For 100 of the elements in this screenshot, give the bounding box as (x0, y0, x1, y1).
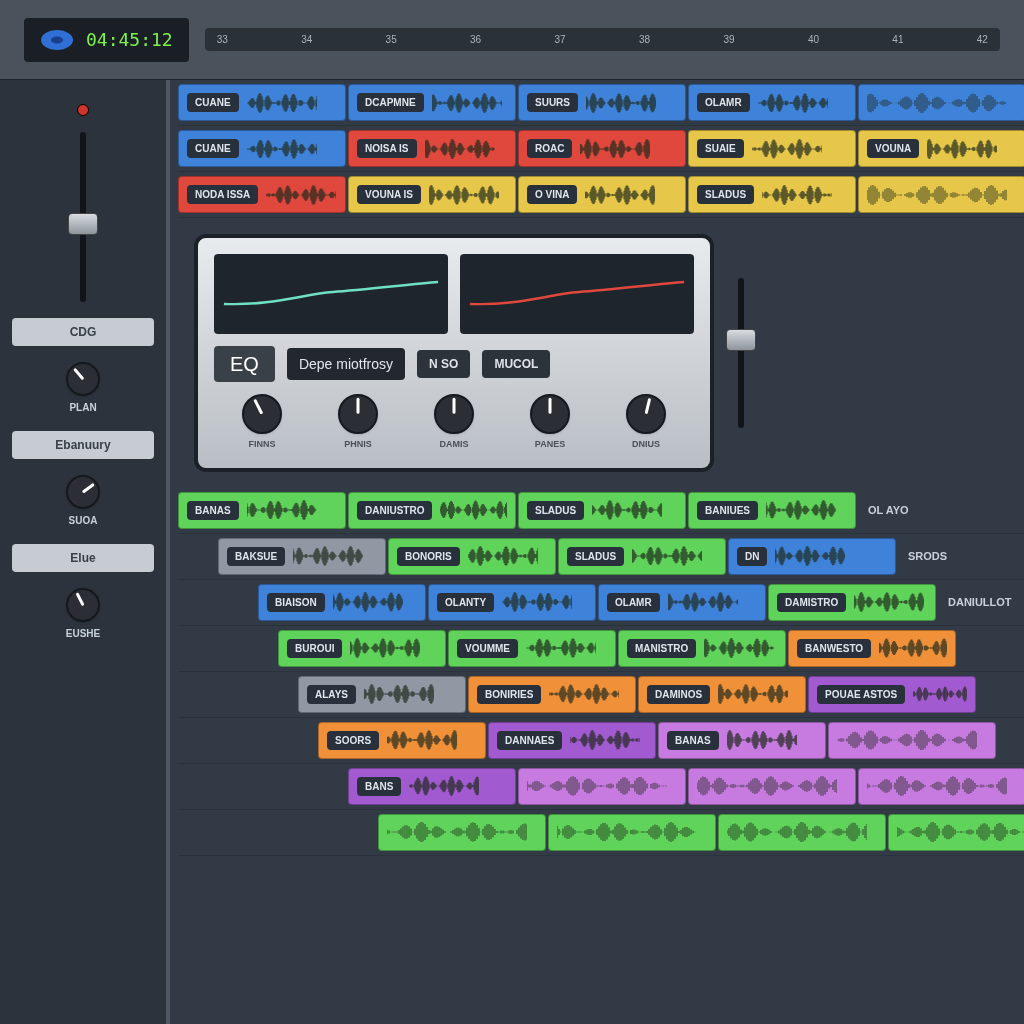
audio-clip[interactable]: MANISTRO (618, 629, 786, 667)
waveform (431, 91, 502, 114)
audio-clip[interactable]: NOISA IS (348, 130, 516, 167)
clip-label: VOUMME (457, 638, 518, 658)
audio-clip[interactable] (518, 767, 686, 805)
audio-clip[interactable]: SUAIE (688, 130, 856, 167)
track-note: SRODS (908, 548, 948, 564)
audio-clip[interactable] (858, 767, 1024, 805)
knob[interactable] (530, 394, 570, 434)
track-note: DANIULLOT (948, 594, 1012, 610)
clip-label: NODA ISSA (187, 185, 259, 204)
clip-label: CUANE (187, 139, 239, 158)
plugin-button[interactable]: MUCOL (482, 350, 551, 378)
clip-label: DCAPMNE (357, 93, 424, 112)
waveform (428, 183, 499, 206)
waveform (502, 591, 573, 613)
waveform (246, 499, 317, 521)
audio-clip[interactable]: BONIRIES (468, 675, 636, 713)
audio-clip[interactable]: CUANE (178, 130, 346, 167)
audio-clip[interactable] (828, 721, 996, 759)
audio-clip[interactable]: NODA ISSA (178, 176, 346, 213)
audio-clip[interactable]: DAMINOS (638, 675, 806, 713)
knob[interactable] (66, 588, 100, 622)
ruler-number: 41 (892, 33, 904, 47)
audio-clip[interactable]: BANS (348, 767, 516, 805)
clip-label: OLANTY (437, 592, 495, 612)
knob-label: DNIUS (632, 438, 660, 451)
audio-clip[interactable]: SLADUS (558, 537, 726, 575)
ruler-number: 33 (216, 33, 228, 47)
audio-clip[interactable]: DCAPMNE (348, 84, 516, 121)
audio-clip[interactable] (688, 767, 856, 805)
clip-label: DANNAES (497, 730, 563, 750)
audio-clip[interactable]: VOUMME (448, 629, 616, 667)
knob[interactable] (626, 394, 666, 434)
clip-label: BONORIS (397, 546, 460, 566)
panel-button[interactable]: Elue (12, 544, 154, 572)
record-icon (77, 104, 89, 116)
waveform (726, 729, 797, 751)
clip-label: BANIUES (697, 500, 758, 520)
clip-label: DAMINOS (647, 684, 711, 704)
audio-clip[interactable]: OLAMR (688, 84, 856, 121)
audio-clip[interactable] (718, 813, 886, 851)
clip-label: BANWESTO (797, 638, 872, 658)
knob[interactable] (434, 394, 474, 434)
audio-clip[interactable]: SUURS (518, 84, 686, 121)
audio-clip[interactable]: DN (728, 537, 896, 575)
audio-clip[interactable]: BAKSUE (218, 537, 386, 575)
audio-clip[interactable]: DAMISTRO (768, 583, 936, 621)
waveform (526, 637, 596, 659)
audio-clip[interactable] (858, 176, 1024, 213)
waveform (580, 137, 651, 160)
knob[interactable] (66, 362, 100, 396)
audio-clip[interactable]: BANAS (658, 721, 826, 759)
audio-clip[interactable]: BANWESTO (788, 629, 956, 667)
audio-clip[interactable]: CUANE (178, 84, 346, 121)
panel-button[interactable]: Ebanuury (12, 431, 154, 459)
knob[interactable] (66, 475, 100, 509)
audio-clip[interactable] (548, 813, 716, 851)
audio-clip[interactable]: DANIUSTRO (348, 491, 516, 529)
audio-clip[interactable]: BANIUES (688, 491, 856, 529)
audio-clip[interactable]: SLADUS (688, 176, 856, 213)
audio-clip[interactable]: ROAC (518, 130, 686, 167)
audio-clip[interactable]: ALAYS (298, 675, 466, 713)
knob-label: FINNS (248, 438, 276, 451)
audio-clip[interactable]: BONORIS (388, 537, 556, 575)
audio-clip[interactable]: OLANTY (428, 583, 596, 621)
audio-clip[interactable] (378, 813, 546, 851)
audio-clip[interactable]: OLAMR (598, 583, 766, 621)
audio-clip[interactable]: SLADUS (518, 491, 686, 529)
fader-handle[interactable] (726, 328, 756, 351)
knob-label: DAMIS (439, 438, 469, 451)
audio-clip[interactable]: BANAS (178, 491, 346, 529)
clip-label: CUANE (187, 93, 239, 112)
clip-label: BANAS (667, 730, 719, 750)
audio-clip[interactable]: VOUNA IS (348, 176, 516, 213)
waveform (266, 183, 337, 206)
clip-label: DANIUSTRO (357, 500, 433, 520)
audio-clip[interactable]: O VINA (518, 176, 686, 213)
plugin-button[interactable]: N SO (417, 350, 471, 378)
knob[interactable] (338, 394, 378, 434)
clip-label: MANISTRO (627, 638, 697, 658)
audio-clip[interactable]: SOORS (318, 721, 486, 759)
audio-clip[interactable] (888, 813, 1024, 851)
audio-clip[interactable]: BIAISON (258, 583, 426, 621)
audio-clip[interactable]: BUROUI (278, 629, 446, 667)
fader-handle[interactable] (68, 213, 98, 236)
clip-label: VOUNA IS (357, 185, 421, 204)
panel-button[interactable]: CDG (12, 318, 154, 346)
audio-clip[interactable]: DANNAES (488, 721, 656, 759)
audio-clip[interactable] (858, 84, 1024, 121)
clip-label: BANS (357, 776, 402, 796)
audio-clip[interactable]: VOUNA (858, 130, 1024, 167)
waveform (585, 183, 656, 206)
clip-label: BONIRIES (477, 684, 542, 704)
ruler-number: 38 (638, 33, 651, 47)
knob[interactable] (242, 394, 282, 434)
waveform (718, 683, 789, 705)
waveform (667, 591, 738, 613)
clip-label: SUURS (527, 93, 578, 112)
audio-clip[interactable]: POUAE ASTOS (808, 675, 976, 713)
